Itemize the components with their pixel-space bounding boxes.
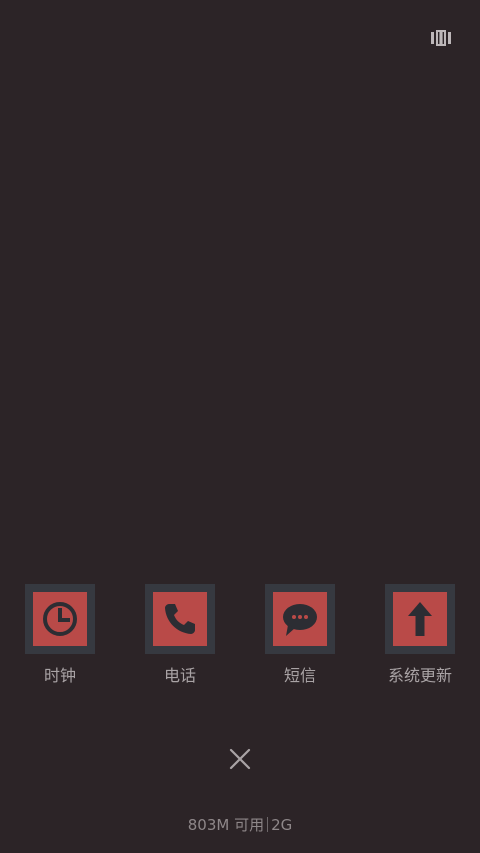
app-tile xyxy=(145,584,215,654)
memory-total: 2G xyxy=(271,816,293,834)
app-label: 系统更新 xyxy=(387,666,452,685)
clock-icon xyxy=(43,602,77,636)
app-label: 短信 xyxy=(283,666,316,685)
recent-app-phone[interactable]: 电话 xyxy=(120,584,240,694)
divider xyxy=(267,817,269,832)
app-tile xyxy=(25,584,95,654)
phone-icon xyxy=(165,604,195,634)
app-label: 电话 xyxy=(163,666,196,685)
close-icon xyxy=(229,748,251,770)
app-label: 时钟 xyxy=(43,666,76,685)
memory-status: 803M 可用 2G xyxy=(0,815,480,835)
memory-available: 803M 可用 xyxy=(187,816,265,834)
recent-app-clock[interactable]: 时钟 xyxy=(0,584,120,694)
grid-layout-icon xyxy=(431,30,451,46)
app-tile xyxy=(265,584,335,654)
message-icon xyxy=(283,604,317,636)
recent-app-messages[interactable]: 短信 xyxy=(240,584,360,694)
app-tile xyxy=(385,584,455,654)
recent-apps-row: 时钟 电话 短信 系统更新 xyxy=(0,584,480,694)
recent-app-system-update[interactable]: 系统更新 xyxy=(360,584,480,694)
layout-toggle-button[interactable] xyxy=(431,30,451,46)
update-arrow-icon xyxy=(408,602,432,636)
clear-all-button[interactable] xyxy=(227,746,253,772)
